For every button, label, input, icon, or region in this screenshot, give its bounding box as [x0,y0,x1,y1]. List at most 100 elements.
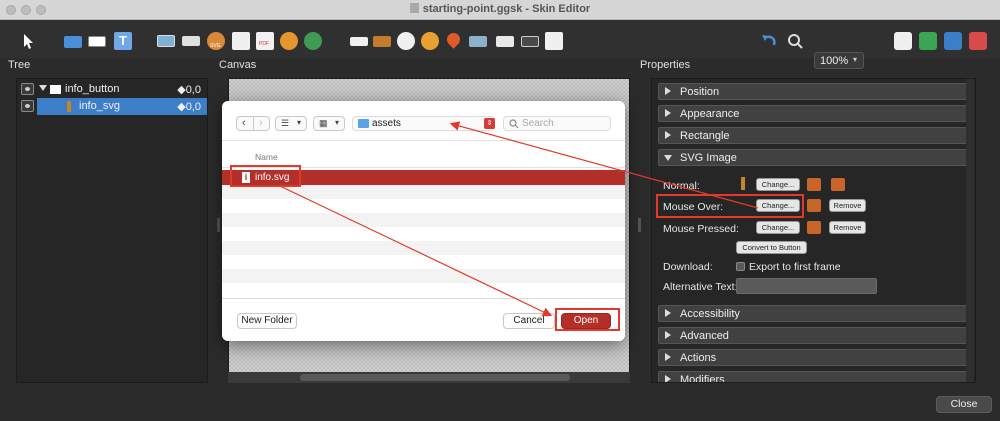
rectangle-element-icon[interactable] [88,32,106,50]
pdf-element-icon[interactable]: PDF [256,32,274,50]
back-forward-buttons[interactable]: ‹ › [236,116,270,131]
undo-icon[interactable] [760,32,778,50]
chevron-down-icon: ▾ [853,55,858,64]
chevron-down-icon: ▾ [297,118,302,127]
grid-element-icon[interactable] [373,32,391,50]
svg-preview-icon [741,177,745,190]
compass-element-icon[interactable] [397,32,415,50]
close-button[interactable]: Close [936,396,992,413]
download-label: Download: [663,261,713,273]
toolbar: T SVG PDF 100% ▾ [0,20,1000,69]
export-first-frame-label: Export to first frame [749,261,841,273]
properties-vertical-scrollbar[interactable] [966,79,974,382]
list-item [222,227,625,241]
validate-icon[interactable] [919,32,937,50]
document-icon [409,3,419,13]
section-appearance[interactable]: Appearance [658,105,967,122]
splitter-handle[interactable] [217,218,220,232]
asset-browser-icon[interactable] [807,199,821,212]
chevron-right-icon [665,331,671,339]
list-item [222,283,625,297]
location-popup[interactable]: assets ⇕ [352,116,495,131]
tree-item-label: info_svg [79,100,120,112]
visibility-eye-icon[interactable] [21,100,34,112]
tree-item-info-svg[interactable]: info_svg ◆0,0 [18,98,207,115]
section-advanced[interactable]: Advanced [658,327,967,344]
translation-icon[interactable] [944,32,962,50]
mouse-over-remove-button[interactable]: Remove [829,199,866,212]
chevron-right-icon [665,353,671,361]
section-actions[interactable]: Actions [658,349,967,366]
new-folder-button[interactable]: New Folder [237,313,297,329]
section-rectangle[interactable]: Rectangle [658,127,967,144]
code-element-icon[interactable] [521,32,539,50]
export-first-frame-checkbox[interactable] [736,262,745,271]
convert-to-button[interactable]: Convert to Button [736,241,807,254]
tree-item-position: ◆0,0 [177,101,201,113]
export-icon[interactable] [969,32,987,50]
section-position[interactable]: Position [658,83,967,100]
tree-panel: info_button ◆0,0 info_svg ◆0,0 [16,78,208,383]
hotspot-element-icon[interactable] [280,32,298,50]
map-element-icon[interactable] [304,32,322,50]
map-pin-icon[interactable] [444,30,463,50]
chevron-down-icon [664,155,672,161]
section-accessibility[interactable]: Accessibility [658,305,967,322]
asset-browser-icon[interactable] [807,221,821,234]
script-element-icon[interactable] [545,32,563,50]
tree-item-info-button[interactable]: info_button ◆0,0 [18,81,207,98]
chevron-down-icon: ▾ [335,118,340,127]
chevron-left-icon[interactable]: ‹ [242,117,246,129]
column-header-name[interactable]: Name [255,152,278,162]
video-element-icon[interactable] [496,32,514,50]
section-svg-image[interactable]: SVG Image [658,149,967,166]
list-item [222,241,625,255]
list-item [222,269,625,283]
cloner-element-icon[interactable] [182,32,200,50]
refresh-icon[interactable] [831,178,845,191]
chevron-right-icon [665,375,671,382]
grid-view-button[interactable]: ▦ ▾ [313,116,345,131]
alternative-text-label: Alternative Text: [663,281,738,293]
zoom-icon[interactable] [786,32,804,50]
section-modifiers[interactable]: Modifiers [658,371,967,382]
canvas-title: Canvas [219,59,257,71]
alternative-text-input[interactable] [736,278,877,294]
folder-element-icon[interactable] [64,32,82,50]
lottie-element-icon[interactable] [232,32,250,50]
expand-arrow-icon[interactable] [39,85,47,91]
asset-browser-icon[interactable] [807,178,821,191]
cancel-button[interactable]: Cancel [503,313,555,329]
list-item [222,255,625,269]
mouse-pressed-remove-button[interactable]: Remove [829,221,866,234]
tree-item-label: info_button [65,83,120,95]
zoom-select[interactable]: 100% ▾ [814,52,864,69]
text-element-icon[interactable]: T [114,32,132,50]
chevron-right-icon [665,87,671,95]
chevron-right-icon [665,131,671,139]
image-element-icon[interactable] [157,32,175,50]
floorplan-element-icon[interactable] [469,32,487,50]
mouse-pressed-change-button[interactable]: Change... [756,221,800,234]
direction-element-icon[interactable] [421,32,439,50]
annotation-box-open [555,308,620,331]
annotation-box-file [230,165,301,187]
search-input[interactable]: Search [503,116,611,131]
splitter-handle[interactable] [638,218,641,232]
annotation-box-mouse-over [656,194,804,218]
mouse-pressed-label: Mouse Pressed: [663,223,739,235]
chevron-right-icon[interactable]: › [259,117,263,129]
folder-icon [358,119,369,128]
list-view-button[interactable]: ☰ ▾ [275,116,307,131]
preview-icon[interactable] [894,32,912,50]
canvas-horizontal-scrollbar[interactable] [228,372,630,383]
properties-panel: Position Appearance Rectangle SVG Image … [651,78,976,383]
window-title: starting-point.ggsk - Skin Editor [0,3,1000,15]
external-element-icon[interactable] [350,32,368,50]
updown-chevron-icon[interactable]: ⇕ [484,118,495,129]
visibility-eye-icon[interactable] [21,83,34,95]
normal-change-button[interactable]: Change... [756,178,800,191]
select-tool-icon[interactable] [19,32,37,50]
svg-element-icon[interactable]: SVG [207,32,225,50]
grid-icon: ▦ [319,118,328,128]
